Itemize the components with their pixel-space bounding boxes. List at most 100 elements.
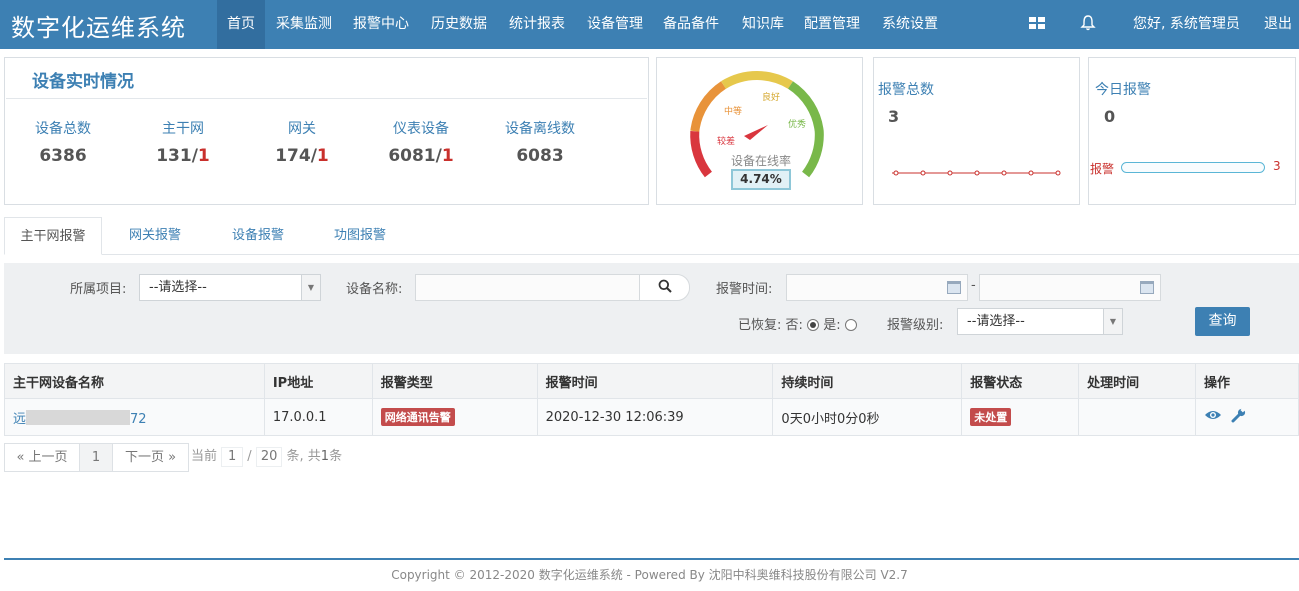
stat-label: 主干网 xyxy=(162,121,204,137)
actions-cell xyxy=(1195,398,1299,436)
alarm-time-label: 报警时间: xyxy=(716,282,773,297)
device-name-cell[interactable]: 远 72 xyxy=(4,398,265,436)
realtime-title: 设备实时情况 xyxy=(32,72,134,92)
eye-icon[interactable] xyxy=(1204,409,1222,425)
duration-cell: 0天0小时0分0秒 xyxy=(772,398,963,436)
gauge-label-good: 良好 xyxy=(762,93,781,103)
handled-time-cell xyxy=(1078,398,1197,436)
top-navbar: 数字化运维系统 首页 采集监测 报警中心 历史数据 统计报表 设备管理 备品备件… xyxy=(0,0,1299,49)
grid-icon[interactable] xyxy=(1028,14,1048,34)
device-name-label: 设备名称: xyxy=(346,282,403,297)
recovered-label: 已恢复: 否: xyxy=(738,318,803,333)
total-count: 1 xyxy=(320,449,330,464)
column-header[interactable]: 报警时间 xyxy=(536,363,774,399)
gauge-arc-poor xyxy=(690,130,713,178)
stat-label: 网关 xyxy=(288,121,316,137)
gauge-arc-good xyxy=(721,71,793,89)
tab-device-alarm[interactable]: 设备报警 xyxy=(216,217,300,255)
chevron-down-icon: ▼ xyxy=(301,275,320,300)
app-brand[interactable]: 数字化运维系统 xyxy=(11,8,186,43)
today-alarm-value: 0 xyxy=(1104,107,1116,126)
alarm-type-cell: 网络通讯告警 xyxy=(371,398,538,436)
calendar-icon[interactable] xyxy=(1140,281,1154,294)
nav-statistics-report[interactable]: 统计报表 xyxy=(503,0,571,49)
sparkline-point xyxy=(947,170,953,176)
sparkline-point xyxy=(920,170,926,176)
alarm-time-from-input[interactable] xyxy=(786,274,968,301)
nav-history-data[interactable]: 历史数据 xyxy=(425,0,493,49)
table-header-row: 主干网设备名称 IP地址 报警类型 报警时间 持续时间 报警状态 处理时间 操作 xyxy=(4,363,1299,399)
column-header[interactable]: 报警类型 xyxy=(371,363,538,399)
today-alarm-title: 今日报警 xyxy=(1095,82,1151,98)
table-row: 远 72 17.0.0.1 网络通讯告警 2020-12-30 12:06:39 … xyxy=(4,398,1299,436)
project-select[interactable]: --请选择-- ▼ xyxy=(139,274,321,301)
nav-knowledge-base[interactable]: 知识库 xyxy=(736,0,790,49)
today-alarm-bar xyxy=(1121,162,1265,173)
device-name-link[interactable]: 远 72 xyxy=(13,409,147,427)
device-name-input[interactable] xyxy=(415,274,690,301)
today-alarm-panel: 今日报警 0 报警 3 xyxy=(1088,57,1296,205)
nav-device-management[interactable]: 设备管理 xyxy=(581,0,649,49)
stat-instruments: 仪表设备 6081/1 xyxy=(361,118,481,166)
alarm-time-cell: 2020-12-30 12:06:39 xyxy=(536,398,774,436)
tab-gateway-alarm[interactable]: 网关报警 xyxy=(114,217,196,255)
recovered-yes-radio[interactable] xyxy=(844,319,857,331)
current-page-input[interactable]: 1 xyxy=(221,447,244,467)
nav-collect-monitor[interactable]: 采集监测 xyxy=(270,0,338,49)
stat-label: 仪表设备 xyxy=(393,121,449,137)
alarm-total-panel: 报警总数 3 xyxy=(873,57,1080,205)
page-size-input[interactable]: 20 xyxy=(255,447,283,467)
column-header[interactable]: 持续时间 xyxy=(772,363,963,399)
bell-icon[interactable] xyxy=(1079,14,1099,34)
page-number[interactable]: 1 xyxy=(79,443,113,472)
nav-home[interactable]: 首页 xyxy=(217,0,265,49)
column-header[interactable]: 报警状态 xyxy=(961,363,1080,399)
recovered-no-radio[interactable] xyxy=(807,319,820,331)
stat-value: 174/1 xyxy=(275,146,329,166)
project-label: 所属项目: xyxy=(70,282,127,297)
user-greeting[interactable]: 您好, 系统管理员 xyxy=(1133,0,1240,49)
sparkline-point xyxy=(974,170,980,176)
wrench-icon[interactable] xyxy=(1231,407,1246,427)
sparkline-point xyxy=(1001,170,1007,176)
column-header[interactable]: 处理时间 xyxy=(1078,363,1197,399)
alarm-table: 主干网设备名称 IP地址 报警类型 报警时间 持续时间 报警状态 处理时间 操作… xyxy=(4,363,1299,436)
nav-system-settings[interactable]: 系统设置 xyxy=(876,0,944,49)
stat-alarm-count: 1 xyxy=(316,146,329,166)
gauge-label-excellent: 优秀 xyxy=(788,120,807,130)
footer-copyright: Copyright © 2012-2020 数字化运维系统 - Powered … xyxy=(391,568,908,582)
gauge-needle xyxy=(744,125,768,140)
nav-alarm-center[interactable]: 报警中心 xyxy=(347,0,415,49)
nav-spare-parts[interactable]: 备品备件 xyxy=(657,0,725,49)
alarm-level-select[interactable]: --请选择-- ▼ xyxy=(957,308,1123,335)
search-button[interactable] xyxy=(639,275,689,300)
column-header: 操作 xyxy=(1195,363,1299,399)
stat-label: 设备总数 xyxy=(35,121,91,137)
chevron-down-icon: ▼ xyxy=(1103,309,1122,334)
status-badge: 未处置 xyxy=(970,408,1012,426)
alarm-time-to-input[interactable] xyxy=(979,274,1161,301)
stat-value: 131/1 xyxy=(156,146,210,166)
stat-value: 6386 xyxy=(39,146,87,166)
footer-divider xyxy=(4,558,1299,560)
redacted-text xyxy=(26,409,131,425)
prev-page-button[interactable]: « 上一页 xyxy=(4,443,80,472)
gauge-percent: 4.74% xyxy=(731,169,791,190)
column-header[interactable]: IP地址 xyxy=(263,363,373,399)
calendar-icon[interactable] xyxy=(947,281,961,294)
today-alarm-bar-count: 3 xyxy=(1273,159,1281,173)
alarm-trend-sparkline xyxy=(892,170,1061,176)
stat-label: 设备离线数 xyxy=(505,121,575,137)
gauge-label-medium: 中等 xyxy=(724,107,743,117)
sparkline-point xyxy=(893,170,899,176)
tab-dynagraph-alarm[interactable]: 功图报警 xyxy=(318,217,402,255)
query-button[interactable]: 查询 xyxy=(1195,307,1250,336)
tab-backbone-alarm[interactable]: 主干网报警 xyxy=(4,217,102,255)
column-header[interactable]: 主干网设备名称 xyxy=(4,363,265,399)
status-cell: 未处置 xyxy=(961,398,1080,436)
logout-link[interactable]: 退出 xyxy=(1264,0,1292,49)
next-page-button[interactable]: 下一页 » xyxy=(112,443,189,472)
recovered-filter: 已恢复: 否: 是: xyxy=(738,314,857,333)
nav-config-management[interactable]: 配置管理 xyxy=(798,0,866,49)
divider xyxy=(6,98,647,99)
